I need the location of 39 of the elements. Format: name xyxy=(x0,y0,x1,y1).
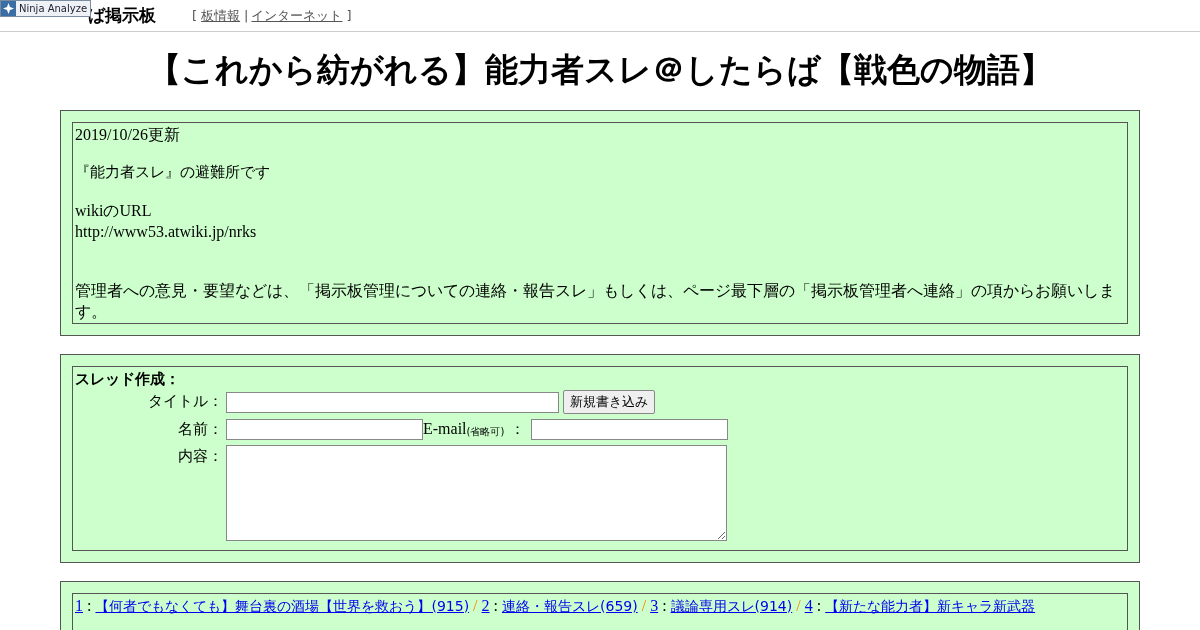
email-input[interactable] xyxy=(531,418,729,440)
title-input[interactable] xyxy=(226,391,559,413)
create-thread-button[interactable]: 新規書き込み xyxy=(563,390,655,414)
wiki-url: http://www53.atwiki.jp/nrks xyxy=(75,222,258,242)
bracket: [ xyxy=(192,6,198,25)
colon: : xyxy=(661,596,668,614)
notice-text: wikiのURL xyxy=(75,201,153,221)
thread-number-link[interactable]: 4 xyxy=(804,596,813,614)
notice-text: 管理者への意見・要望などは、「掲示板管理についての連絡・報告スレ」もしくは、ページ最下層の「掲示板管理者へ連絡」の項からお願いします。 xyxy=(75,281,1116,322)
nav-separator: | xyxy=(244,6,249,25)
field-label: ： xyxy=(510,419,526,440)
thread-number-link[interactable]: 3 xyxy=(650,596,659,614)
name-input[interactable] xyxy=(226,418,423,440)
thread-link[interactable]: 議論専用スレ(914) xyxy=(670,597,793,614)
nav-link[interactable]: インターネット xyxy=(251,5,343,26)
thread-link[interactable]: 【新たな能力者】新キャラ新武器 xyxy=(825,597,1036,614)
field-label: 名前： xyxy=(177,419,223,440)
notice-text: 『能力者スレ』の避難所です xyxy=(75,162,271,183)
separator: / xyxy=(795,596,802,614)
nav-link[interactable]: 板情報 xyxy=(201,5,241,26)
field-label: 内容： xyxy=(177,445,223,467)
form-heading: スレッド作成： xyxy=(75,369,181,390)
separator: / xyxy=(640,596,648,614)
bracket: ] xyxy=(346,6,352,25)
analyzer-badge[interactable]: Ninja Analyze xyxy=(0,0,92,17)
thread-link[interactable]: 連絡・報告スレ(659) xyxy=(502,597,638,614)
optional-note: (省略可) xyxy=(466,425,505,439)
email-label: E-mail xyxy=(423,419,467,440)
update-date: 2019/10/26更新 xyxy=(75,125,181,145)
colon: : xyxy=(815,596,823,614)
colon: : xyxy=(492,596,499,614)
thread-link[interactable]: 【何者でもなくても】舞台裏の酒場【世界を救おう】(915) xyxy=(95,597,470,614)
thread-number-link[interactable]: 1 xyxy=(75,596,83,614)
colon: : xyxy=(86,596,93,614)
thread-number-link[interactable]: 2 xyxy=(481,596,490,614)
field-label: タイトル： xyxy=(147,391,223,412)
body-textarea[interactable] xyxy=(226,444,727,541)
separator: / xyxy=(472,596,479,614)
board-title: 【これから紡がれる】能力者スレ＠したらば【戦色の物語】 xyxy=(146,50,1054,90)
